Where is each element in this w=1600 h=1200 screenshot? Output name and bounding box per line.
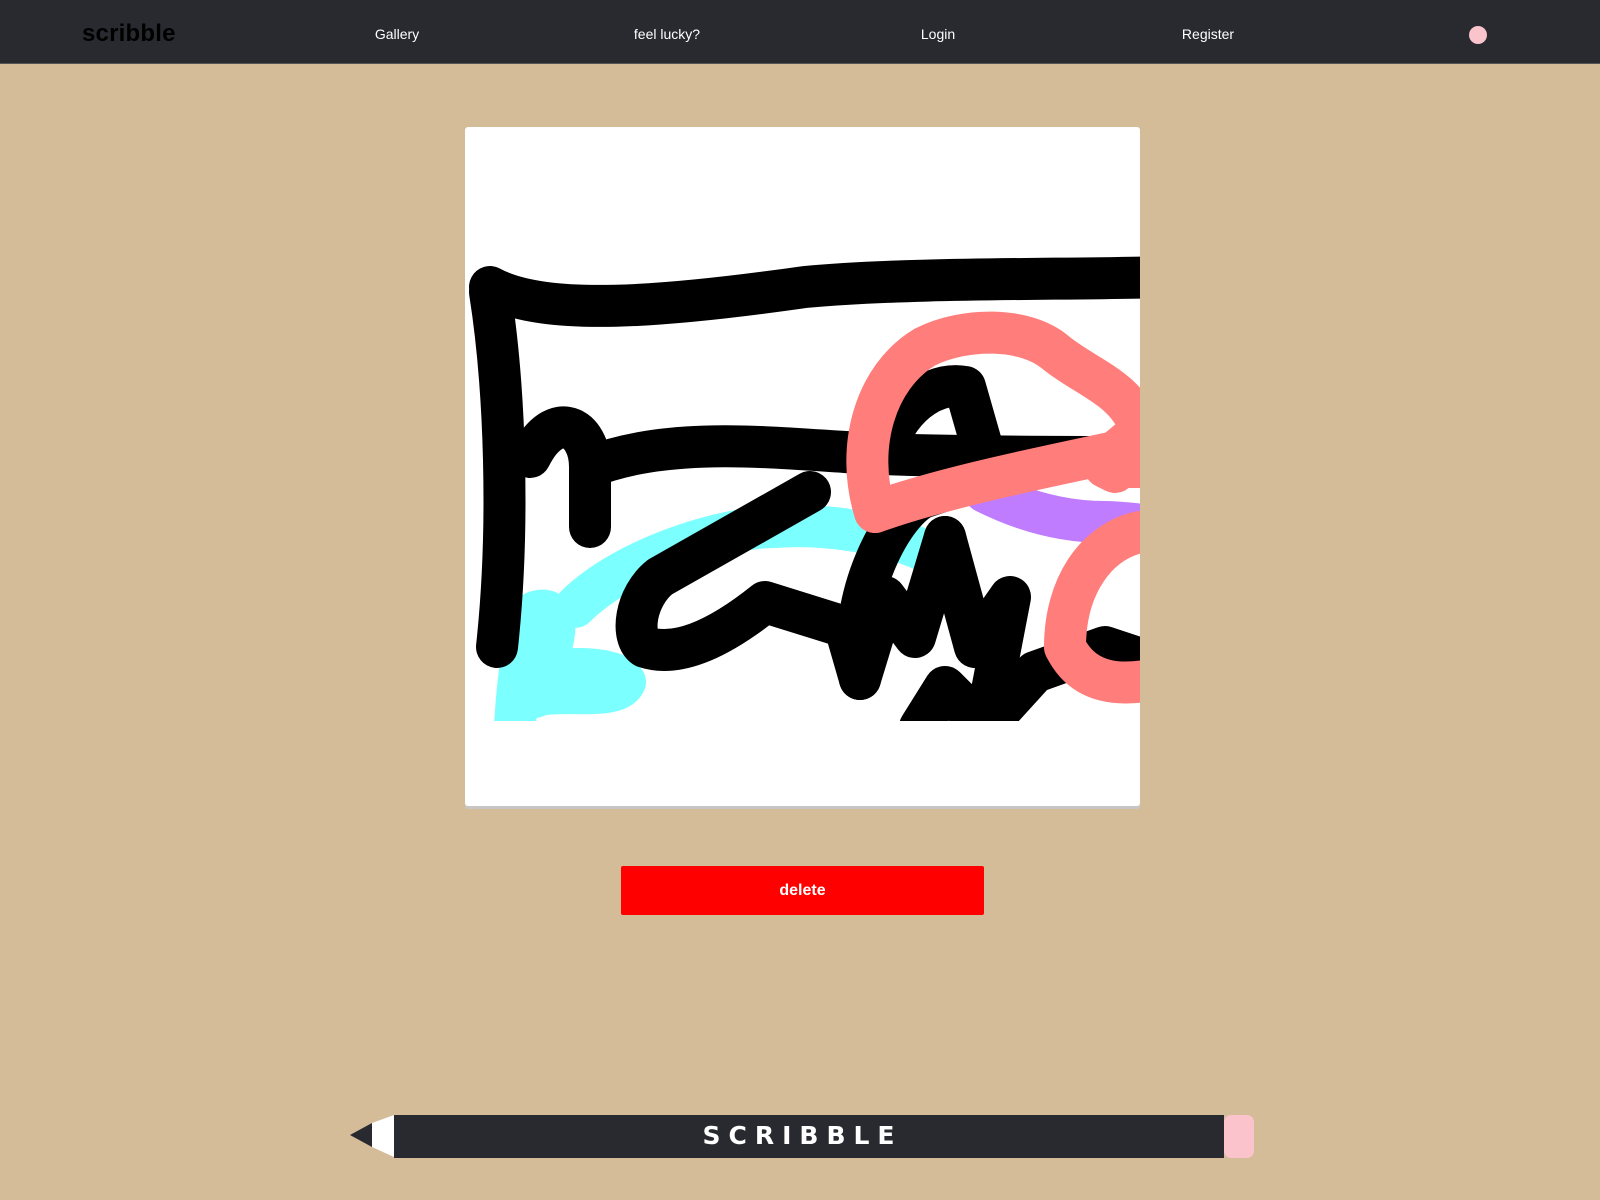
brand-logo[interactable]: scribble (82, 20, 176, 48)
status-dot-icon (1469, 26, 1487, 44)
nav-login-link[interactable]: Login (921, 26, 955, 42)
pencil-label: SCRIBBLE (702, 1121, 903, 1150)
drawing-canvas[interactable] (465, 127, 1140, 806)
nav-gallery-link[interactable]: Gallery (375, 26, 419, 42)
top-navigation-bar: scribble Gallery feel lucky? Login Regis… (0, 0, 1600, 64)
nav-register-link[interactable]: Register (1182, 26, 1234, 42)
delete-button[interactable]: delete (621, 866, 984, 915)
pencil-tip-icon (350, 1123, 372, 1147)
scribble-drawing (469, 256, 1140, 721)
pencil-wood-icon (372, 1115, 394, 1157)
pencil-eraser-icon (1224, 1115, 1254, 1158)
nav-feel-lucky-link[interactable]: feel lucky? (634, 26, 700, 42)
